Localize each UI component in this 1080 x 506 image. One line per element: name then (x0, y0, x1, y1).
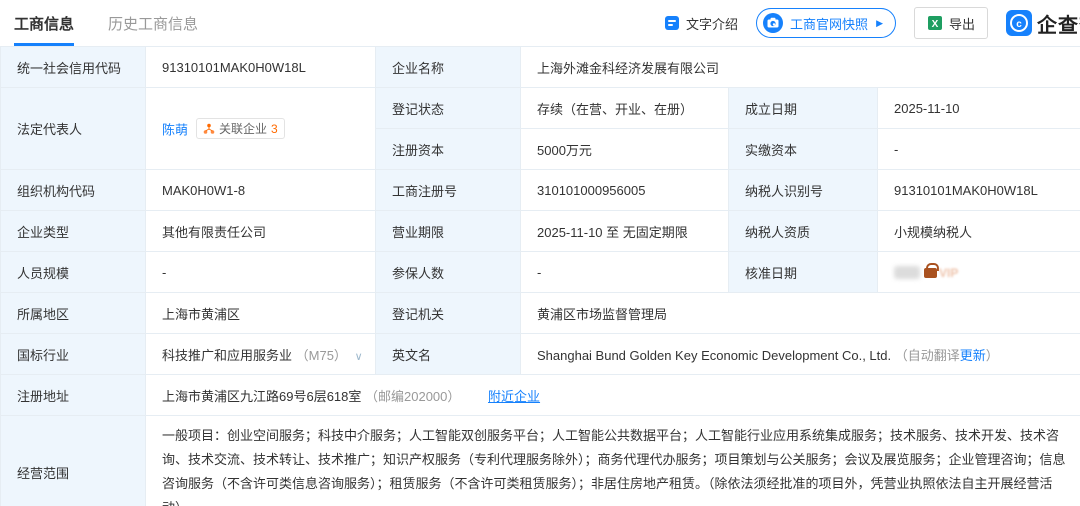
industry-name: 科技推广和应用服务业 (162, 348, 292, 363)
value-taxpayer-id: 91310101MAK0H0W18L (878, 170, 1080, 211)
label-business-term: 营业期限 (376, 211, 521, 252)
label-approval-date: 核准日期 (729, 252, 878, 293)
label-region: 所属地区 (1, 293, 146, 334)
tab-bar: 工商信息 历史工商信息 (14, 0, 198, 46)
value-region: 上海市黄浦区 (146, 293, 376, 334)
text-intro-icon (664, 15, 680, 31)
translate-update-link[interactable]: 更新 (960, 348, 986, 363)
label-registered-capital: 注册资本 (376, 129, 521, 170)
postcode-text: （邮编202000） (365, 389, 460, 404)
value-company-type: 其他有限责任公司 (146, 211, 376, 252)
value-business-term: 2025-11-10 至 无固定期限 (521, 211, 729, 252)
value-paid-in-capital: - (878, 129, 1080, 170)
value-english-name: Shanghai Bund Golden Key Economic Develo… (521, 334, 1080, 375)
camera-icon (762, 12, 784, 34)
value-credit-code: 91310101MAK0H0W18L (146, 47, 376, 88)
header-bar: 工商信息 历史工商信息 文字介绍 工商官网快照 ▶ X 导出 c (0, 0, 1080, 46)
svg-text:c: c (1016, 19, 1022, 30)
label-registration-status: 登记状态 (376, 88, 521, 129)
related-companies-label: 关联企业 (219, 120, 267, 137)
toolbar: 文字介绍 工商官网快照 ▶ X 导出 c 企查查 (664, 0, 1080, 46)
value-registered-address: 上海市黄浦区九江路69号6层618室 （邮编202000） 附近企业 (146, 375, 1080, 416)
blurred-value (894, 266, 920, 279)
vip-label: VIP (939, 266, 958, 280)
label-industry: 国标行业 (1, 334, 146, 375)
table-row: 统一社会信用代码 91310101MAK0H0W18L 企业名称 上海外滩金科经… (1, 47, 1080, 88)
label-paid-in-capital: 实缴资本 (729, 129, 878, 170)
value-establish-date: 2025-11-10 (878, 88, 1080, 129)
text-intro-button[interactable]: 文字介绍 (664, 14, 738, 33)
label-establish-date: 成立日期 (729, 88, 878, 129)
label-company-type: 企业类型 (1, 211, 146, 252)
export-label: 导出 (949, 14, 975, 33)
address-text: 上海市黄浦区九江路69号6层618室 (162, 389, 361, 404)
table-row: 注册地址 上海市黄浦区九江路69号6层618室 （邮编202000） 附近企业 (1, 375, 1080, 416)
legal-representative-link[interactable]: 陈萌 (162, 123, 188, 138)
value-industry: 科技推广和应用服务业 （M75） ∨ (146, 334, 376, 375)
table-row: 所属地区 上海市黄浦区 登记机关 黄浦区市场监督管理局 (1, 293, 1080, 334)
value-registration-authority: 黄浦区市场监督管理局 (521, 293, 1080, 334)
play-arrow-icon: ▶ (876, 18, 883, 29)
related-companies-count: 3 (271, 122, 278, 136)
value-registration-number: 310101000956005 (521, 170, 729, 211)
value-staff-size: - (146, 252, 376, 293)
value-taxpayer-qualification: 小规模纳税人 (878, 211, 1080, 252)
label-english-name: 英文名 (376, 334, 521, 375)
tab-business-info[interactable]: 工商信息 (14, 0, 74, 46)
chevron-down-icon[interactable]: ∨ (355, 351, 363, 363)
table-row: 国标行业 科技推广和应用服务业 （M75） ∨ 英文名 Shanghai Bun… (1, 334, 1080, 375)
official-snapshot-button[interactable]: 工商官网快照 ▶ (756, 8, 896, 38)
label-registered-address: 注册地址 (1, 375, 146, 416)
table-row: 企业类型 其他有限责任公司 营业期限 2025-11-10 至 无固定期限 纳税… (1, 211, 1080, 252)
label-registration-number: 工商注册号 (376, 170, 521, 211)
value-company-name: 上海外滩金科经济发展有限公司 (521, 47, 1080, 88)
value-registration-status: 存续（在营、开业、在册） (521, 88, 729, 129)
export-button[interactable]: X 导出 (914, 7, 988, 39)
business-info-table: 统一社会信用代码 91310101MAK0H0W18L 企业名称 上海外滩金科经… (0, 46, 1080, 506)
value-registered-capital: 5000万元 (521, 129, 729, 170)
english-name-text: Shanghai Bund Golden Key Economic Develo… (537, 348, 891, 363)
label-taxpayer-id: 纳税人识别号 (729, 170, 878, 211)
label-insured-count: 参保人数 (376, 252, 521, 293)
table-row: 人员规模 - 参保人数 - 核准日期 VIP (1, 252, 1080, 293)
table-row: 经营范围 一般项目：创业空间服务；科技中介服务；人工智能双创服务平台；人工智能公… (1, 416, 1080, 506)
qcc-logo: c 企查查 (1006, 9, 1080, 38)
lock-icon (924, 268, 937, 278)
label-company-name: 企业名称 (376, 47, 521, 88)
label-credit-code: 统一社会信用代码 (1, 47, 146, 88)
value-org-code: MAK0H0W1-8 (146, 170, 376, 211)
label-legal-representative: 法定代表人 (1, 88, 146, 170)
value-business-scope: 一般项目：创业空间服务；科技中介服务；人工智能双创服务平台；人工智能公共数据平台… (146, 416, 1080, 506)
value-insured-count: - (521, 252, 729, 293)
value-legal-representative: 陈萌 关联企业 3 (146, 88, 376, 170)
qcc-logo-icon: c (1006, 10, 1032, 36)
value-approval-date-locked[interactable]: VIP (878, 252, 1080, 293)
related-companies-badge[interactable]: 关联企业 3 (196, 118, 285, 139)
nearby-companies-link[interactable]: 附近企业 (488, 389, 540, 404)
label-org-code: 组织机构代码 (1, 170, 146, 211)
table-row: 法定代表人 陈萌关联企业3 登记状态 存续（在营、开业、在册） 成立日期 202… (1, 88, 1080, 129)
excel-icon: X (927, 15, 943, 31)
tab-history-business-info[interactable]: 历史工商信息 (108, 0, 198, 46)
translate-note-suffix: ） (986, 348, 999, 363)
qcc-logo-text: 企查查 (1037, 9, 1080, 38)
label-staff-size: 人员规模 (1, 252, 146, 293)
industry-code: （M75） (296, 348, 347, 363)
table-row: 组织机构代码 MAK0H0W1-8 工商注册号 310101000956005 … (1, 170, 1080, 211)
text-intro-label: 文字介绍 (686, 14, 738, 33)
translate-note-prefix: （自动翻译 (895, 348, 960, 363)
label-registration-authority: 登记机关 (376, 293, 521, 334)
label-business-scope: 经营范围 (1, 416, 146, 506)
org-chart-icon (203, 123, 215, 135)
official-snapshot-label: 工商官网快照 (790, 14, 868, 33)
svg-text:X: X (932, 19, 939, 30)
label-taxpayer-qualification: 纳税人资质 (729, 211, 878, 252)
